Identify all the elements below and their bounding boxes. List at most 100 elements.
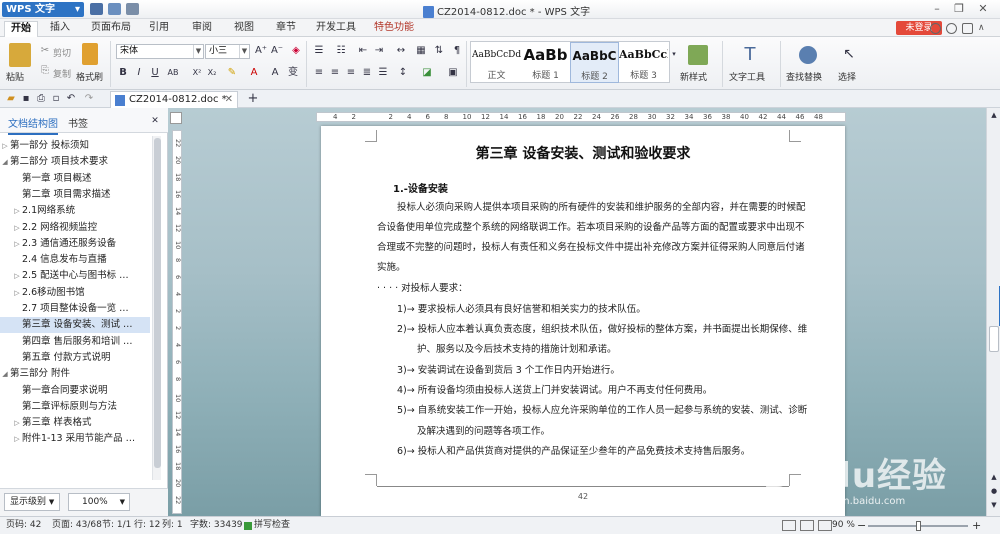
restore-icon[interactable]: ❐ xyxy=(952,2,966,16)
close-icon[interactable]: ✕ xyxy=(148,114,162,128)
collapse-icon[interactable]: ◢ xyxy=(1,366,9,382)
font-size-select[interactable]: 小三 ▼ xyxy=(205,44,250,59)
new-style-label[interactable]: 新样式 xyxy=(680,70,707,83)
format-painter-label[interactable]: 格式刷 xyxy=(76,70,103,83)
decrease-indent-icon[interactable]: ⇤ xyxy=(356,44,370,58)
preview-icon[interactable]: ▫ xyxy=(49,92,63,106)
expand-icon[interactable]: ▷ xyxy=(13,236,21,252)
outline-item[interactable]: 第一章 项目概述 xyxy=(0,171,150,187)
tab-chapter[interactable]: 章节 xyxy=(270,21,302,37)
undo-icon[interactable]: ↶ xyxy=(64,92,78,106)
clear-format-icon[interactable]: ◈ xyxy=(289,44,303,58)
style-scroll-icon[interactable]: ▾ xyxy=(667,47,681,61)
web-view-icon[interactable] xyxy=(800,520,814,531)
save-icon[interactable] xyxy=(126,3,139,15)
tab-references[interactable]: 引用 xyxy=(143,21,175,37)
collapse-icon[interactable]: ◢ xyxy=(1,154,9,170)
outline-item[interactable]: ▷ 2.5 配送中心与图书标 … xyxy=(0,268,150,284)
tab-bookmarks[interactable]: 书签 xyxy=(68,115,88,130)
copy-icon[interactable]: ⎘ xyxy=(38,64,52,78)
tab-developer[interactable]: 开发工具 xyxy=(310,21,362,37)
outline-item[interactable]: ◢ 第三部分 附件 xyxy=(0,366,150,382)
vertical-ruler[interactable]: 22 20 18 16 14 12 10 8 6 4 2 2 4 6 8 10 12 14 16 18 20 22 xyxy=(172,130,182,514)
underline-icon[interactable]: U xyxy=(148,66,162,80)
expand-icon[interactable]: ▷ xyxy=(13,203,21,219)
show-marks-icon[interactable]: ¶ xyxy=(450,44,464,58)
tab-review[interactable]: 审阅 xyxy=(186,21,218,37)
char-border-icon[interactable]: A xyxy=(268,66,282,80)
skin-icon[interactable] xyxy=(930,23,941,34)
tab-view[interactable]: 视图 xyxy=(228,21,260,37)
outline-item[interactable]: ▷ 第三章 样表格式 xyxy=(0,415,150,431)
subscript-icon[interactable]: X₂ xyxy=(205,66,219,80)
paste-label[interactable]: 粘贴 xyxy=(6,70,24,83)
outline-item[interactable]: ▷ 2.1网络系统 xyxy=(0,203,150,219)
status-words[interactable]: 字数: 33439 xyxy=(190,517,243,534)
nav-zoom-select[interactable]: 100% ▼ xyxy=(68,493,130,511)
tab-home[interactable]: 开始 xyxy=(4,21,38,37)
line-spacing-icon[interactable]: ↕ xyxy=(396,66,410,80)
format-painter-icon[interactable] xyxy=(82,43,98,65)
outline-item[interactable]: ▷ 2.6移动图书馆 xyxy=(0,285,150,301)
new-tab-icon[interactable]: + xyxy=(246,92,260,106)
minimize-icon[interactable]: – xyxy=(930,2,944,16)
wps-menu-button[interactable]: WPS 文字 ▾ xyxy=(2,2,84,17)
collapse-ribbon-icon[interactable]: ∧ xyxy=(978,23,989,34)
paste-icon[interactable] xyxy=(9,43,31,67)
expand-icon[interactable]: ▷ xyxy=(13,415,21,431)
ruler-toggle-icon[interactable] xyxy=(170,112,182,124)
cut-icon[interactable]: ✂ xyxy=(38,44,52,58)
numbering-icon[interactable]: ☷ xyxy=(334,44,348,58)
outline-item[interactable]: 第二章 项目需求描述 xyxy=(0,187,150,203)
increase-indent-icon[interactable]: ⇥ xyxy=(372,44,386,58)
tab-page-layout[interactable]: 页面布局 xyxy=(85,21,137,37)
horizontal-ruler[interactable]: 4 2 2 4 6 8 10 12 14 16 18 20 22 24 26 28 30 32 34 36 38 40 42… xyxy=(316,112,846,122)
previous-page-icon[interactable]: ▲ xyxy=(987,470,1000,484)
outline-item[interactable]: 2.4 信息发布与直播 xyxy=(0,252,150,268)
print-icon[interactable]: ⎙ xyxy=(34,92,48,106)
find-replace-icon[interactable] xyxy=(799,46,817,64)
spell-check-label[interactable]: 拼写检查 xyxy=(254,517,290,534)
select-browse-icon[interactable]: ● xyxy=(987,484,1000,498)
phonetic-icon[interactable]: 变 xyxy=(286,66,300,80)
expand-icon[interactable]: ▷ xyxy=(13,220,21,236)
style-heading-3[interactable]: AaBbCcl 标题 3 xyxy=(619,42,668,83)
shading-icon[interactable]: ◪ xyxy=(420,66,434,80)
outline-item[interactable]: ▷ 附件1-13 采用节能产品 … xyxy=(0,431,150,447)
strikethrough-icon[interactable]: AB xyxy=(166,66,180,80)
zoom-in-icon[interactable]: + xyxy=(972,517,981,534)
page-view-icon[interactable] xyxy=(782,520,796,531)
close-icon[interactable]: ✕ xyxy=(225,92,233,108)
outline-view-icon[interactable] xyxy=(818,520,832,531)
tab-special-features[interactable]: 特色功能 xyxy=(368,21,420,37)
open-folder-icon[interactable]: ▰ xyxy=(4,92,18,106)
settings-icon[interactable] xyxy=(962,23,973,34)
outline-item[interactable]: ▷ 2.3 通信通还服务设备 xyxy=(0,236,150,252)
expand-icon[interactable]: ▷ xyxy=(13,285,21,301)
save-icon[interactable]: ▪ xyxy=(19,92,33,106)
chinese-layout-icon[interactable]: ↔ xyxy=(394,44,408,58)
italic-icon[interactable]: I xyxy=(132,66,146,80)
open-icon[interactable] xyxy=(108,3,121,15)
redo-icon[interactable]: ↷ xyxy=(82,92,96,106)
expand-icon[interactable]: ▷ xyxy=(13,268,21,284)
align-right-icon[interactable]: ≡ xyxy=(344,66,358,80)
borders-icon[interactable]: ▣ xyxy=(446,66,460,80)
align-left-icon[interactable]: ≡ xyxy=(312,66,326,80)
tab-document-map[interactable]: 文档结构图 xyxy=(8,115,58,135)
justify-icon[interactable]: ≣ xyxy=(360,66,374,80)
copy-label[interactable]: 复制 xyxy=(53,67,71,80)
outline-item[interactable]: 2.7 项目整体设备一览 … xyxy=(0,301,150,317)
cursor-icon[interactable]: ↖ xyxy=(842,47,856,61)
cut-label[interactable]: 剪切 xyxy=(53,46,71,59)
text-tools-label[interactable]: 文字工具 xyxy=(729,70,765,83)
table-icon[interactable]: ▦ xyxy=(414,44,428,58)
shrink-font-icon[interactable]: A⁻ xyxy=(270,44,284,58)
close-icon[interactable]: ✕ xyxy=(976,2,990,16)
zoom-slider-handle[interactable] xyxy=(916,521,921,531)
nav-scrollbar[interactable] xyxy=(152,136,161,480)
text-tools-icon[interactable]: T xyxy=(740,45,760,65)
grow-font-icon[interactable]: A⁺ xyxy=(254,44,268,58)
zoom-out-icon[interactable]: − xyxy=(857,517,866,534)
bold-icon[interactable]: B xyxy=(116,66,130,80)
